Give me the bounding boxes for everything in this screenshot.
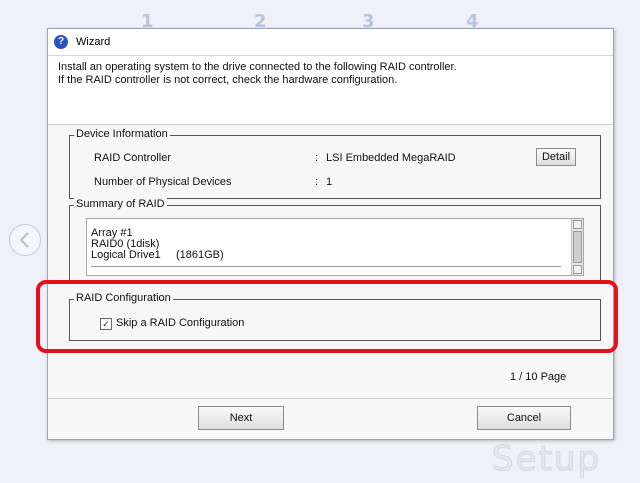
scroll-down-arrow-icon[interactable]: [573, 265, 582, 274]
scroll-up-arrow-icon[interactable]: [573, 220, 582, 229]
scroll-thumb[interactable]: [573, 231, 582, 263]
summary-scrollbar[interactable]: [571, 219, 583, 275]
device-information-group: Device Information RAID Controller : LSI…: [69, 128, 601, 199]
footer-separator: [48, 398, 613, 399]
dialog-title: Wizard: [76, 36, 111, 48]
back-arrow-icon[interactable]: [9, 224, 41, 256]
summary-divider: [91, 266, 561, 267]
raid-controller-separator: :: [315, 152, 319, 164]
physical-devices-separator: :: [315, 176, 319, 188]
intro-line-1: Install an operating system to the drive…: [58, 61, 457, 73]
raid-controller-value: LSI Embedded MegaRAID: [326, 152, 456, 164]
cancel-button[interactable]: Cancel: [477, 406, 571, 430]
summary-of-raid-label: Summary of RAID: [74, 198, 167, 210]
raid-summary-listbox[interactable]: Array #1 RAID0 (1disk) Logical Drive1 (1…: [86, 218, 584, 276]
raid-configuration-label: RAID Configuration: [74, 292, 173, 304]
detail-button[interactable]: Detail: [536, 148, 576, 166]
wizard-dialog: ? Wizard Install an operating system to …: [47, 28, 614, 440]
help-question-icon: ?: [54, 35, 68, 49]
dialog-titlebar: ? Wizard: [48, 29, 613, 56]
physical-devices-label: Number of Physical Devices: [94, 176, 232, 188]
intro-text-area: Install an operating system to the drive…: [48, 56, 613, 125]
intro-line-2: If the RAID controller is not correct, c…: [58, 74, 398, 86]
skip-raid-configuration-label[interactable]: Skip a RAID Configuration: [116, 317, 244, 329]
next-button[interactable]: Next: [198, 406, 284, 430]
page-indicator: 1 / 10 Page: [510, 371, 567, 383]
skip-raid-configuration-checkbox[interactable]: ✓: [100, 318, 112, 330]
setup-logo-text: Setup: [492, 439, 601, 479]
raid-controller-label: RAID Controller: [94, 152, 172, 164]
raid-configuration-group: RAID Configuration ✓ Skip a RAID Configu…: [69, 292, 601, 341]
background-step-indicator: 1 2 3 4: [0, 0, 640, 31]
physical-devices-value: 1: [326, 176, 333, 188]
device-information-label: Device Information: [74, 128, 170, 140]
summary-line-logical-drive: Logical Drive1 (1861GB): [91, 249, 224, 261]
summary-of-raid-group: Summary of RAID Array #1 RAID0 (1disk) L…: [69, 198, 601, 281]
